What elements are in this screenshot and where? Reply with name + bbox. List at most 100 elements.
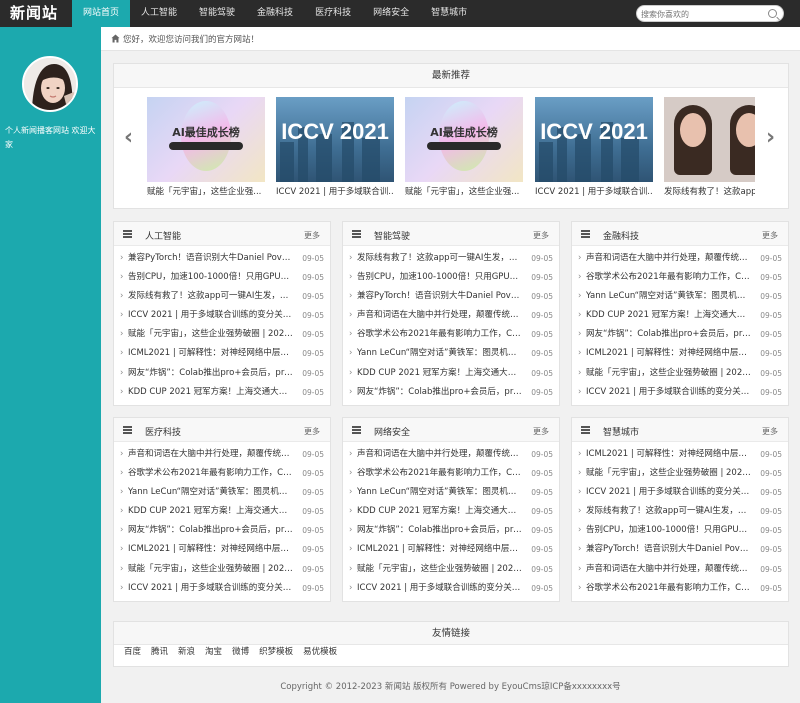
friend-link[interactable]: 织梦模板 xyxy=(259,645,293,659)
article-title[interactable]: 兼容PyTorch！语音识别大牛Daniel Povey正... xyxy=(586,540,752,559)
article-title[interactable]: 网友“炸锅”：Colab推出pro+会员后，pro... xyxy=(357,521,523,540)
slide-caption[interactable]: 赋能「元宇宙」，这些企业强... xyxy=(405,185,523,197)
site-logo[interactable]: 新闻站 xyxy=(10,3,58,23)
article-title[interactable]: 声音和词语在大脑中并行处理，颠覆传统研究 ... xyxy=(128,445,294,464)
list-item[interactable]: ICCV 2021 | 用于多域联合训练的变分关注模型 09-05 xyxy=(572,483,788,502)
article-title[interactable]: 网友“炸锅”：Colab推出pro+会员后，pro... xyxy=(128,521,294,540)
list-item[interactable]: 谷歌学术公布2021年最有影响力工作，CV顶... 09-05 xyxy=(572,579,788,598)
list-item[interactable]: 声音和词语在大脑中并行处理，颠覆传统研究 ... 09-05 xyxy=(572,249,788,268)
article-title[interactable]: KDD CUP 2021 冠军方案！上海交通大学电子... xyxy=(586,306,752,325)
list-item[interactable]: 谷歌学术公布2021年最有影响力工作，CV顶... 09-05 xyxy=(114,464,330,483)
category-title[interactable]: 网络安全 xyxy=(374,425,410,438)
article-title[interactable]: 谷歌学术公布2021年最有影响力工作，CV顶... xyxy=(357,325,523,344)
list-item[interactable]: Yann LeCun“隔空对话”黄铁军：图灵机上... 09-05 xyxy=(114,483,330,502)
article-title[interactable]: 告别CPU，加速100-1000倍！只用GPU就能... xyxy=(586,521,752,540)
article-title[interactable]: 谷歌学术公布2021年最有影响力工作，CV顶... xyxy=(586,268,752,287)
search-icon[interactable] xyxy=(768,9,777,18)
nav-item-smart-city[interactable]: 智慧城市 xyxy=(420,0,478,27)
article-title[interactable]: ICML2021 | 可解释性：对神经网络中层特征... xyxy=(128,540,294,559)
list-item[interactable]: KDD CUP 2021 冠军方案！上海交通大学电子... 09-05 xyxy=(343,502,559,521)
friend-link[interactable]: 腾讯 xyxy=(151,645,168,659)
more-link[interactable]: 更多 xyxy=(304,426,320,437)
article-title[interactable]: Yann LeCun“隔空对话”黄铁军：图灵机上... xyxy=(357,344,523,363)
search-input[interactable] xyxy=(641,8,761,20)
article-title[interactable]: ICML2021 | 可解释性：对神经网络中层特征... xyxy=(128,344,294,363)
list-item[interactable]: 兼容PyTorch！语音识别大牛Daniel Povey正... 09-05 xyxy=(114,249,330,268)
list-item[interactable]: ICML2021 | 可解释性：对神经网络中层特征... 09-05 xyxy=(572,344,788,363)
article-title[interactable]: 发际线有救了！这款app可一键AI生发，拯救... xyxy=(586,502,752,521)
slide-caption[interactable]: ICCV 2021 | 用于多域联合训... xyxy=(276,185,394,197)
carousel-next-icon[interactable]: › xyxy=(766,127,780,149)
carousel-slide[interactable]: AI最佳成长榜 赋能「元宇宙」，这些企业强... xyxy=(405,97,523,197)
list-item[interactable]: Yann LeCun“隔空对话”黄铁军：图灵机上... 09-05 xyxy=(343,344,559,363)
list-item[interactable]: 网友“炸锅”：Colab推出pro+会员后，pro... 09-05 xyxy=(114,521,330,540)
list-item[interactable]: 声音和词语在大脑中并行处理，颠覆传统研究 ... 09-05 xyxy=(114,445,330,464)
list-item[interactable]: KDD CUP 2021 冠军方案！上海交通大学电子... 09-05 xyxy=(572,306,788,325)
list-item[interactable]: 谷歌学术公布2021年最有影响力工作，CV顶... 09-05 xyxy=(343,464,559,483)
carousel-slide[interactable]: AI最佳成长榜 赋能「元宇宙」，这些企业强... xyxy=(147,97,265,197)
slide-image-ai-banner[interactable]: AI最佳成长榜 xyxy=(147,97,265,182)
list-item[interactable]: 兼容PyTorch！语音识别大牛Daniel Povey正... 09-05 xyxy=(572,540,788,559)
article-title[interactable]: 声音和词语在大脑中并行处理，颠覆传统研究 ... xyxy=(586,249,752,268)
nav-item-smart-driving[interactable]: 智能驾驶 xyxy=(188,0,246,27)
article-title[interactable]: KDD CUP 2021 冠军方案！上海交通大学电子... xyxy=(357,502,523,521)
article-title[interactable]: 谷歌学术公布2021年最有影响力工作，CV顶... xyxy=(128,464,294,483)
carousel-slide[interactable]: ICCV 2021 ICCV 2021 | 用于多域联合训... xyxy=(276,97,394,197)
carousel-slide[interactable]: 发际线有救了！这款app... xyxy=(664,97,755,197)
article-title[interactable]: ICML2021 | 可解释性：对神经网络中层特征... xyxy=(586,445,752,464)
list-item[interactable]: ICML2021 | 可解释性：对神经网络中层特征... 09-05 xyxy=(114,344,330,363)
list-item[interactable]: 兼容PyTorch！语音识别大牛Daniel Povey正... 09-05 xyxy=(343,287,559,306)
list-item[interactable]: 网友“炸锅”：Colab推出pro+会员后，pro... 09-05 xyxy=(114,364,330,383)
list-item[interactable]: 网友“炸锅”：Colab推出pro+会员后，pro... 09-05 xyxy=(572,325,788,344)
list-item[interactable]: 赋能「元宇宙」，这些企业强势破圈 | 2021AI... 09-05 xyxy=(572,464,788,483)
list-item[interactable]: KDD CUP 2021 冠军方案！上海交通大学电子... 09-05 xyxy=(114,383,330,402)
article-title[interactable]: ICML2021 | 可解释性：对神经网络中层特征... xyxy=(357,540,523,559)
article-title[interactable]: KDD CUP 2021 冠军方案！上海交通大学电子... xyxy=(357,364,523,383)
nav-item-security[interactable]: 网络安全 xyxy=(362,0,420,27)
list-item[interactable]: 赋能「元宇宙」，这些企业强势破圈 | 2021AI... 09-05 xyxy=(343,560,559,579)
category-title[interactable]: 金融科技 xyxy=(603,229,639,242)
friend-link[interactable]: 百度 xyxy=(124,645,141,659)
more-link[interactable]: 更多 xyxy=(533,426,549,437)
article-title[interactable]: KDD CUP 2021 冠军方案！上海交通大学电子... xyxy=(128,502,294,521)
article-title[interactable]: 声音和词语在大脑中并行处理，颠覆传统研究 ... xyxy=(586,560,752,579)
article-title[interactable]: 赋能「元宇宙」，这些企业强势破圈 | 2021AI... xyxy=(128,560,294,579)
nav-item-home[interactable]: 网站首页 xyxy=(72,0,131,27)
list-item[interactable]: KDD CUP 2021 冠军方案！上海交通大学电子... 09-05 xyxy=(114,502,330,521)
list-item[interactable]: ICCV 2021 | 用于多域联合训练的变分关注模型 09-05 xyxy=(114,579,330,598)
list-item[interactable]: 谷歌学术公布2021年最有影响力工作，CV顶... 09-05 xyxy=(572,268,788,287)
list-item[interactable]: 声音和词语在大脑中并行处理，颠覆传统研究 ... 09-05 xyxy=(343,445,559,464)
article-title[interactable]: ICML2021 | 可解释性：对神经网络中层特征... xyxy=(586,344,752,363)
list-item[interactable]: 声音和词语在大脑中并行处理，颠覆传统研究 ... 09-05 xyxy=(572,560,788,579)
list-item[interactable]: Yann LeCun“隔空对话”黄铁军：图灵机上... 09-05 xyxy=(343,483,559,502)
more-link[interactable]: 更多 xyxy=(533,230,549,241)
article-title[interactable]: 赋能「元宇宙」，这些企业强势破圈 | 2021AI... xyxy=(586,464,752,483)
friend-link[interactable]: 新浪 xyxy=(178,645,195,659)
slide-image-ai-banner[interactable]: AI最佳成长榜 xyxy=(405,97,523,182)
article-title[interactable]: 声音和词语在大脑中并行处理，颠覆传统研究 ... xyxy=(357,445,523,464)
list-item[interactable]: ICML2021 | 可解释性：对神经网络中层特征... 09-05 xyxy=(114,540,330,559)
friend-link[interactable]: 淘宝 xyxy=(205,645,222,659)
article-title[interactable]: ICCV 2021 | 用于多域联合训练的变分关注模型 xyxy=(586,483,752,502)
article-title[interactable]: 谷歌学术公布2021年最有影响力工作，CV顶... xyxy=(586,579,752,598)
list-item[interactable]: Yann LeCun“隔空对话”黄铁军：图灵机上... 09-05 xyxy=(572,287,788,306)
list-item[interactable]: KDD CUP 2021 冠军方案！上海交通大学电子... 09-05 xyxy=(343,364,559,383)
article-title[interactable]: 谷歌学术公布2021年最有影响力工作，CV顶... xyxy=(357,464,523,483)
slide-caption[interactable]: ICCV 2021 | 用于多域联合训... xyxy=(535,185,653,197)
article-title[interactable]: 兼容PyTorch！语音识别大牛Daniel Povey正... xyxy=(357,287,523,306)
article-title[interactable]: 告别CPU，加速100-1000倍！只用GPU就能... xyxy=(357,268,523,287)
list-item[interactable]: ICML2021 | 可解释性：对神经网络中层特征... 09-05 xyxy=(343,540,559,559)
list-item[interactable]: 告别CPU，加速100-1000倍！只用GPU就能... 09-05 xyxy=(572,521,788,540)
friend-link[interactable]: 微博 xyxy=(232,645,249,659)
article-title[interactable]: 声音和词语在大脑中并行处理，颠覆传统研究 ... xyxy=(357,306,523,325)
article-title[interactable]: 赋能「元宇宙」，这些企业强势破圈 | 2021AI... xyxy=(586,364,752,383)
nav-item-medtech[interactable]: 医疗科技 xyxy=(304,0,362,27)
carousel-prev-icon[interactable]: ‹ xyxy=(124,127,138,149)
article-title[interactable]: 网友“炸锅”：Colab推出pro+会员后，pro... xyxy=(128,364,294,383)
nav-item-ai[interactable]: 人工智能 xyxy=(130,0,188,27)
more-link[interactable]: 更多 xyxy=(304,230,320,241)
article-title[interactable]: 网友“炸锅”：Colab推出pro+会员后，pro... xyxy=(357,383,523,402)
category-title[interactable]: 医疗科技 xyxy=(145,425,181,438)
list-item[interactable]: 赋能「元宇宙」，这些企业强势破圈 | 2021AI... 09-05 xyxy=(114,560,330,579)
article-title[interactable]: Yann LeCun“隔空对话”黄铁军：图灵机上... xyxy=(357,483,523,502)
